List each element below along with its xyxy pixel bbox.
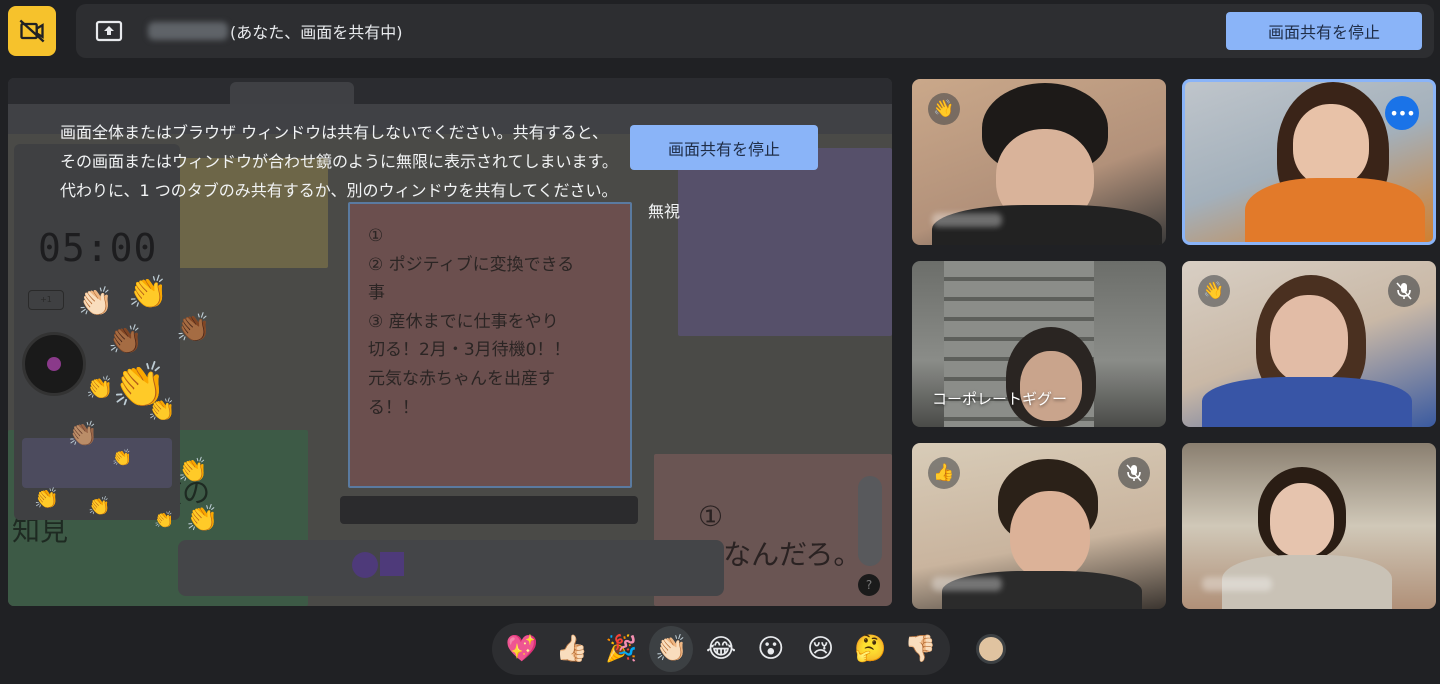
reaction-bar: 💖 👍🏻 🎉 👏🏻 😂 😮 😢 🤔 👎🏻	[492, 623, 950, 675]
floating-clap-icon: 👏🏾	[108, 323, 143, 356]
floating-clap-icon: 👏	[86, 376, 114, 401]
zoom-controls	[858, 476, 882, 566]
participant-name: コーポレートギグー	[932, 390, 1068, 408]
wave-reaction-badge: 👋	[1198, 275, 1230, 307]
participant-tile[interactable]	[1182, 443, 1436, 609]
sticky-note-purple	[678, 148, 892, 336]
thinking-face-icon[interactable]: 🤔	[848, 626, 892, 672]
participant-name-blurred	[932, 577, 1002, 591]
browser-tab-active	[230, 82, 354, 104]
timer-value: 05:00	[38, 226, 158, 270]
music-record-icon	[22, 332, 86, 396]
stop-sharing-button-overlay[interactable]: 画面共有を停止	[630, 125, 818, 170]
floating-clap-icon: 👏	[34, 486, 59, 510]
sparkling-heart-icon[interactable]: 💖	[500, 626, 544, 672]
wave-reaction-badge: 👋	[928, 93, 960, 125]
timer-add-button: +1	[28, 290, 64, 310]
floating-clap-icon: 👏	[128, 273, 168, 311]
stop-sharing-button[interactable]: 画面共有を停止	[1226, 12, 1422, 50]
thumbs-down-icon[interactable]: 👎🏻	[898, 626, 942, 672]
text-format-toolbar	[340, 496, 638, 524]
thumbs-up-reaction-badge: 👍	[928, 457, 960, 489]
more-options-icon[interactable]: •••	[1385, 96, 1419, 130]
floating-clap-icon: 👏	[154, 510, 174, 529]
floating-clap-icon: 👏🏻	[78, 285, 113, 318]
clapping-hands-icon[interactable]: 👏🏻	[649, 626, 694, 672]
share-warning-text: 画面全体またはブラウザ ウィンドウは共有しないでください。共有すると、その画面ま…	[60, 123, 618, 200]
skin-tone-picker[interactable]	[976, 634, 1006, 664]
circle-shape-icon	[352, 552, 378, 578]
participant-tile[interactable]: コーポレートギグー	[912, 261, 1166, 427]
camera-off-logo	[8, 6, 56, 56]
pink-note-text: ① ② ポジティブに変換できる 事 ③ 産休までに仕事をやり 切る！2月・3月待…	[368, 226, 575, 418]
floating-clap-icon: 👏🏽	[68, 420, 98, 448]
browser-tab	[98, 82, 228, 104]
no-video-icon	[19, 19, 45, 43]
mic-off-icon	[1118, 457, 1150, 489]
presenter-status: (あなた、画面を共有中)	[230, 23, 403, 42]
participant-tile[interactable]: 👋	[1182, 261, 1436, 427]
whiteboard-tools-panel	[178, 540, 724, 596]
participant-name-blurred	[932, 213, 1002, 227]
thumbs-up-icon[interactable]: 👍🏻	[550, 626, 594, 672]
presenter-name-blurred	[148, 22, 228, 40]
floating-clap-icon: 👏	[178, 456, 208, 484]
tears-of-joy-icon[interactable]: 😂	[699, 626, 743, 672]
square-shape-icon	[380, 552, 404, 576]
surprised-face-icon[interactable]: 😮	[749, 626, 793, 672]
shared-screen-preview: ① ② ポジティブに変換できる 事 ③ 産休までに仕事をやり 切る！2月・3月待…	[8, 78, 892, 606]
participant-tile[interactable]: 👋	[912, 79, 1166, 245]
present-screen-icon	[94, 19, 124, 43]
floating-clap-icon: 👏	[112, 448, 132, 467]
floating-clap-icon: 👏🏾	[176, 311, 211, 344]
participant-tile-active-speaker[interactable]: •••	[1182, 79, 1436, 245]
party-popper-icon[interactable]: 🎉	[600, 626, 644, 672]
mic-off-icon	[1388, 275, 1420, 307]
ignore-button[interactable]: 無視	[648, 198, 680, 222]
participant-tile[interactable]: 👍	[912, 443, 1166, 609]
presenting-bar: (あなた、画面を共有中) 画面共有を停止	[76, 4, 1434, 58]
floating-clap-icon: 👏	[88, 496, 111, 517]
participant-name-blurred	[1202, 577, 1272, 591]
crying-face-icon[interactable]: 😢	[799, 626, 843, 672]
browser-tab-strip	[8, 78, 892, 104]
floating-clap-icon: 👏	[186, 504, 219, 534]
help-icon: ?	[858, 574, 880, 596]
floating-clap-icon: 👏	[148, 398, 176, 423]
